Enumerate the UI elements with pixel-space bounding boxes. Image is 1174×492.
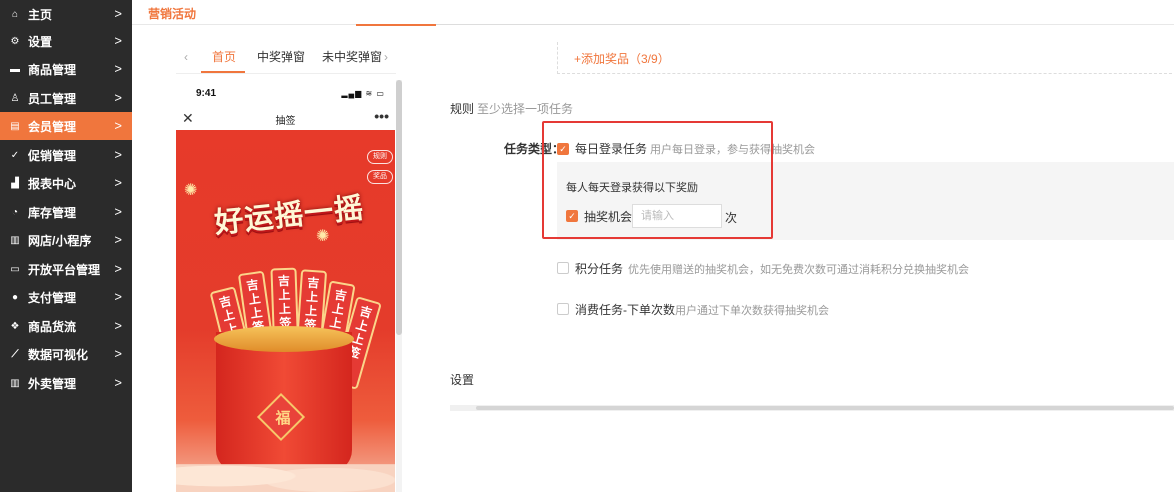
pay-icon: ● bbox=[11, 291, 19, 303]
prize-box: +添加奖品（3/9） bbox=[557, 42, 1174, 74]
sidebar-item-inventory[interactable]: ◔ 库存管理 > bbox=[0, 198, 132, 226]
chevron-right-icon: > bbox=[114, 90, 122, 105]
sidebar-item-label: 报表中心 bbox=[28, 176, 77, 191]
sidebar-item-promotions[interactable]: ✓ 促销管理 > bbox=[0, 141, 132, 169]
rules-label: 规则 bbox=[450, 102, 475, 116]
pie-chart-icon: ◔ bbox=[11, 206, 19, 218]
firework-icon: ✺ bbox=[184, 182, 198, 199]
rules-hint: 至少选择一项任务 bbox=[477, 102, 574, 116]
sidebar-item-label: 支付管理 bbox=[28, 290, 77, 305]
sidebar-item-goods-flow[interactable]: ❖ 商品货流 > bbox=[0, 312, 132, 340]
sidebar-item-label: 网店/小程序 bbox=[28, 233, 92, 248]
tab-win-popup[interactable]: 中奖弹窗 bbox=[257, 48, 305, 65]
status-time: 9:41 bbox=[196, 88, 217, 99]
chevron-right-icon: > bbox=[114, 289, 122, 304]
member-card-icon: ▤ bbox=[10, 120, 20, 132]
chevron-right-icon: > bbox=[114, 33, 122, 48]
home-icon: ⌂ bbox=[11, 8, 19, 20]
order-task-label[interactable]: 消费任务-下单次数 bbox=[575, 301, 675, 318]
sidebar-item-payments[interactable]: ● 支付管理 > bbox=[0, 283, 132, 311]
phone-preview: 9:41 ▂▄▆ ≋ ▭ ✕ 抽签 ••• 规则 奖品 ✺ ✺ 好运摇一摇 吉上… bbox=[176, 80, 395, 492]
active-tab-underline bbox=[356, 24, 436, 26]
delivery-icon: ▥ bbox=[10, 377, 20, 389]
preview-tabs: ‹ 首页 中奖弹窗 未中奖弹窗 › bbox=[176, 42, 396, 74]
chevron-right-icon: > bbox=[114, 175, 122, 190]
gear-icon: ⚙ bbox=[10, 35, 20, 47]
chevron-right-icon: > bbox=[114, 375, 122, 390]
scrollbar-thumb[interactable] bbox=[476, 406, 1174, 410]
sidebar-item-label: 促销管理 bbox=[28, 148, 77, 163]
sidebar-item-label: 数据可视化 bbox=[28, 347, 89, 362]
sidebar-item-label: 开放平台管理 bbox=[28, 262, 101, 277]
horizontal-scrollbar[interactable] bbox=[450, 405, 1174, 411]
sidebar-item-data-viz[interactable]: ⟋ 数据可视化 > bbox=[0, 340, 132, 368]
add-prize-button[interactable]: +添加奖品（3/9） bbox=[574, 50, 670, 67]
chevron-right-icon: > bbox=[114, 232, 122, 247]
divider bbox=[436, 24, 690, 25]
chevron-right-icon: > bbox=[114, 118, 122, 133]
tab-lose-popup[interactable]: 未中奖弹窗 bbox=[322, 48, 382, 65]
monitor-icon: ▭ bbox=[10, 263, 20, 275]
check-circle-icon: ✓ bbox=[10, 149, 20, 161]
user-icon: ♙ bbox=[10, 92, 20, 104]
banner-title: 好运摇一摇 bbox=[213, 192, 366, 240]
chevron-right-icon: > bbox=[114, 318, 122, 333]
flow-icon: ❖ bbox=[10, 320, 20, 332]
preview-scrollbar[interactable] bbox=[396, 80, 402, 492]
sidebar-item-reports[interactable]: ▟ 报表中心 > bbox=[0, 169, 132, 197]
chevron-right-icon: > bbox=[114, 6, 122, 21]
phone-page-title: 抽签 bbox=[275, 116, 296, 127]
sidebar-item-label: 设置 bbox=[28, 34, 53, 49]
phone-nav-bar: ✕ 抽签 ••• bbox=[176, 108, 395, 130]
sidebar-item-label: 外卖管理 bbox=[28, 376, 77, 391]
top-bar: 营销活动 bbox=[132, 0, 1174, 25]
chevron-right-icon[interactable]: › bbox=[384, 50, 388, 64]
sidebar-item-label: 会员管理 bbox=[28, 119, 77, 134]
sidebar-item-staff[interactable]: ♙ 员工管理 > bbox=[0, 84, 132, 112]
card-icon: ▬ bbox=[10, 63, 20, 75]
points-task-checkbox[interactable] bbox=[557, 262, 569, 274]
sidebar: ⌂ 主页 > ⚙ 设置 > ▬ 商品管理 > ♙ 员工管理 > ▤ 会员管理 >… bbox=[0, 0, 132, 492]
chevron-right-icon: > bbox=[114, 204, 122, 219]
points-task-hint: 优先使用赠送的抽奖机会，如无免费次数可通过消耗积分兑换抽奖机会 bbox=[628, 264, 969, 276]
order-task-checkbox[interactable] bbox=[557, 303, 569, 315]
page-title[interactable]: 营销活动 bbox=[148, 5, 196, 22]
status-icons: ▂▄▆ ≋ ▭ bbox=[341, 89, 385, 98]
order-task-hint: 用户通过下单次数获得抽奖机会 bbox=[675, 305, 829, 317]
sidebar-item-delivery[interactable]: ▥ 外卖管理 > bbox=[0, 369, 132, 397]
tab-underline bbox=[201, 71, 245, 73]
cloud-decoration bbox=[176, 452, 395, 492]
sidebar-item-home[interactable]: ⌂ 主页 > bbox=[0, 0, 132, 28]
chevron-right-icon: > bbox=[114, 346, 122, 361]
bar-chart-icon: ▟ bbox=[11, 177, 19, 189]
sidebar-item-label: 商品货流 bbox=[28, 319, 77, 334]
highlight-box bbox=[542, 121, 773, 239]
sidebar-item-members[interactable]: ▤ 会员管理 > bbox=[0, 112, 132, 140]
scrollbar-thumb[interactable] bbox=[396, 80, 402, 335]
sidebar-item-open-platform[interactable]: ▭ 开放平台管理 > bbox=[0, 255, 132, 283]
chevron-right-icon: > bbox=[114, 261, 122, 276]
lottery-cup-rim bbox=[214, 326, 354, 352]
fu-character: 福 bbox=[275, 410, 291, 427]
points-task-label[interactable]: 积分任务 bbox=[575, 260, 623, 277]
sidebar-item-label: 商品管理 bbox=[28, 62, 77, 77]
settings-label: 设置 bbox=[450, 373, 475, 387]
chevron-left-icon[interactable]: ‹ bbox=[184, 50, 188, 64]
chevron-right-icon: > bbox=[114, 61, 122, 76]
line-chart-icon: ⟋ bbox=[11, 348, 19, 360]
lottery-banner: 规则 奖品 ✺ ✺ 好运摇一摇 吉上上签 吉上上签 吉上上签 吉上上签 吉上上签… bbox=[176, 130, 395, 492]
sidebar-item-label: 主页 bbox=[28, 7, 53, 22]
sidebar-item-settings[interactable]: ⚙ 设置 > bbox=[0, 27, 132, 55]
sidebar-item-label: 员工管理 bbox=[28, 91, 77, 106]
more-icon[interactable]: ••• bbox=[374, 108, 389, 124]
sidebar-item-shop[interactable]: ▥ 网店/小程序 > bbox=[0, 226, 132, 254]
shop-icon: ▥ bbox=[10, 234, 20, 246]
sidebar-item-products[interactable]: ▬ 商品管理 > bbox=[0, 55, 132, 83]
chevron-right-icon: > bbox=[114, 147, 122, 162]
rules-button[interactable]: 规则 bbox=[367, 150, 393, 164]
sidebar-item-label: 库存管理 bbox=[28, 205, 77, 220]
tab-home[interactable]: 首页 bbox=[212, 48, 236, 65]
